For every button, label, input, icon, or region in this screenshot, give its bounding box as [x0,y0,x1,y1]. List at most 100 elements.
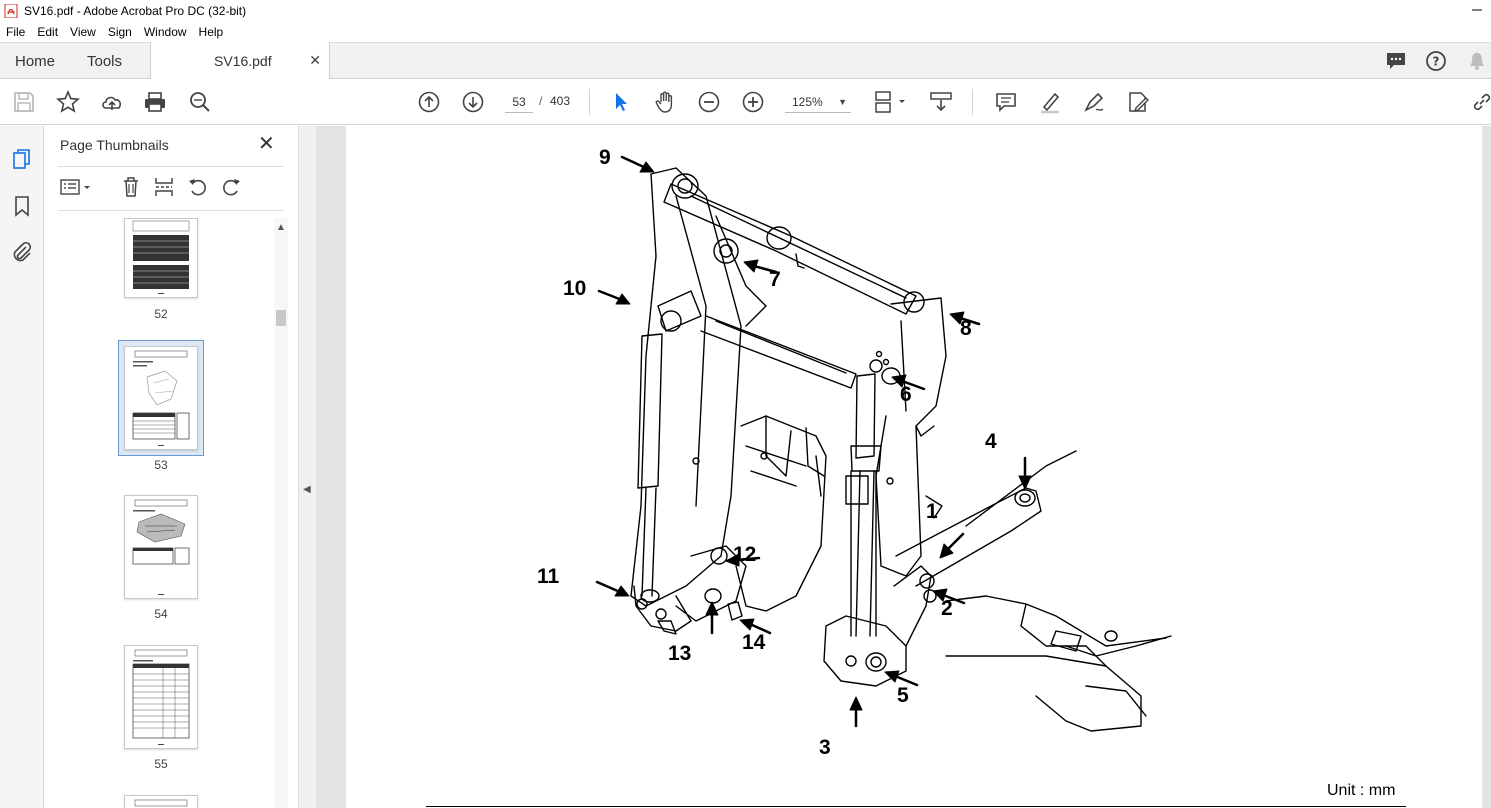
toolbar-divider-2 [972,89,973,115]
callout-12: 12 [733,543,757,566]
highlight-pen-icon[interactable] [1038,90,1062,114]
page-separator: / [539,94,543,108]
toolbar-divider [589,89,590,115]
thumbnail-scrollbar[interactable]: ▲ [274,218,288,808]
zoom-level-select[interactable]: 125% ▼ [785,91,851,113]
page-footer-rule [426,806,1406,807]
page-thumbnails-icon[interactable] [10,148,34,172]
thumbnail-label-54: 54 [154,607,168,621]
star-icon[interactable] [56,89,80,114]
panel-divider-2 [58,210,284,211]
thumbnail-preview [132,499,190,595]
page-display-icon[interactable] [873,90,907,114]
page-number-input[interactable]: 53 [505,91,533,113]
zoom-out-icon[interactable] [697,90,721,114]
delete-page-icon[interactable] [120,176,142,198]
scroll-thumb[interactable] [276,310,286,326]
menu-window[interactable]: Window [138,25,193,39]
callout-1: 1 [926,500,938,523]
thumbnail-preview [132,220,190,294]
callout-3: 3 [819,736,831,759]
thumbnail-page-52[interactable] [124,218,198,298]
pdf-page [346,126,1482,808]
menu-file[interactable]: File [0,25,31,39]
callout-5: 5 [897,684,909,707]
minimize-icon[interactable] [1469,2,1485,18]
unit-label: Unit : mm [1327,782,1396,799]
thumbnail-page-56[interactable] [124,795,198,808]
thumbnail-page-53[interactable] [124,346,198,450]
share-link-icon[interactable] [1470,90,1491,114]
search-icon[interactable] [188,90,212,114]
callout-7: 7 [769,268,781,291]
zoom-level-value: 125% [792,95,823,109]
loader-arm-diagram [595,155,1172,732]
title-bar: SV16.pdf - Adobe Acrobat Pro DC (32-bit) [0,0,1491,22]
callout-8: 8 [960,317,972,340]
sign-pen-icon[interactable] [1082,90,1106,114]
tab-tools[interactable]: Tools [87,53,122,70]
callout-9: 9 [599,146,611,169]
help-icon[interactable]: ? [1425,50,1447,72]
next-page-icon[interactable] [461,90,485,114]
tab-document[interactable]: SV16.pdf ✕ [150,42,330,79]
total-pages: 403 [550,94,571,108]
thumbnail-page-55[interactable] [124,645,198,749]
print-icon[interactable] [143,90,167,114]
panel-divider [58,166,284,167]
chevron-down-icon: ▼ [838,97,847,107]
page-thumbnails-panel: Page Thumbnails ✕ 52 53 54 55 [44,126,298,808]
menu-view[interactable]: View [64,25,102,39]
svg-text:?: ? [1433,55,1440,69]
rotate-left-icon[interactable] [187,176,209,198]
cloud-upload-icon[interactable] [100,90,124,114]
bookmark-icon[interactable] [10,194,34,218]
thumbnail-label-55: 55 [154,757,168,771]
thumbnail-page-54[interactable] [124,495,198,599]
navigation-rail [0,126,44,808]
thumbnail-preview [132,649,190,745]
thumbnail-tools [58,176,284,202]
options-menu-icon[interactable] [60,176,94,198]
tab-bar: Home Tools SV16.pdf ✕ ? [0,42,1491,79]
select-cursor-icon[interactable] [609,90,633,114]
scroll-mode-icon[interactable] [929,90,953,114]
menu-bar: File Edit View Sign Window Help [0,22,1491,42]
close-tab-icon[interactable]: ✕ [309,52,321,69]
callout-4: 4 [985,430,997,453]
thumbnail-label-52: 52 [154,307,168,321]
scroll-up-icon[interactable]: ▲ [276,222,286,233]
menu-help[interactable]: Help [193,25,230,39]
callout-2: 2 [941,597,953,620]
thumbnail-preview [132,350,190,446]
collapse-arrow-icon: ◀ [303,484,311,495]
callout-14: 14 [742,631,766,654]
main-toolbar: 53 / 403 125% ▼ [0,79,1491,125]
zoom-in-icon[interactable] [741,90,765,114]
save-icon[interactable] [12,90,36,114]
bell-icon[interactable] [1466,50,1488,72]
callout-11: 11 [537,565,560,588]
panel-title: Page Thumbnails [60,137,169,153]
close-panel-icon[interactable]: ✕ [258,134,275,154]
thumbnail-preview [134,799,188,807]
attachment-icon[interactable] [10,240,34,264]
menu-edit[interactable]: Edit [31,25,64,39]
add-comment-icon[interactable] [994,90,1018,114]
menu-sign[interactable]: Sign [102,25,138,39]
panel-collapse-handle[interactable]: ◀ [298,126,316,808]
callout-10: 10 [563,277,587,300]
thumbnail-list: 52 53 54 55 [44,218,288,808]
fill-sign-icon[interactable] [1126,90,1150,114]
comment-icon[interactable] [1385,50,1407,72]
callout-13: 13 [668,642,692,665]
window-title: SV16.pdf - Adobe Acrobat Pro DC (32-bit) [24,4,247,18]
tab-document-label: SV16.pdf [214,53,272,69]
thumbnail-label-53: 53 [154,458,168,472]
rotate-right-icon[interactable] [220,176,242,198]
insert-page-icon[interactable] [153,176,175,198]
hand-tool-icon[interactable] [653,90,677,114]
tab-home[interactable]: Home [15,53,55,70]
callout-6: 6 [900,383,912,406]
previous-page-icon[interactable] [417,90,441,114]
